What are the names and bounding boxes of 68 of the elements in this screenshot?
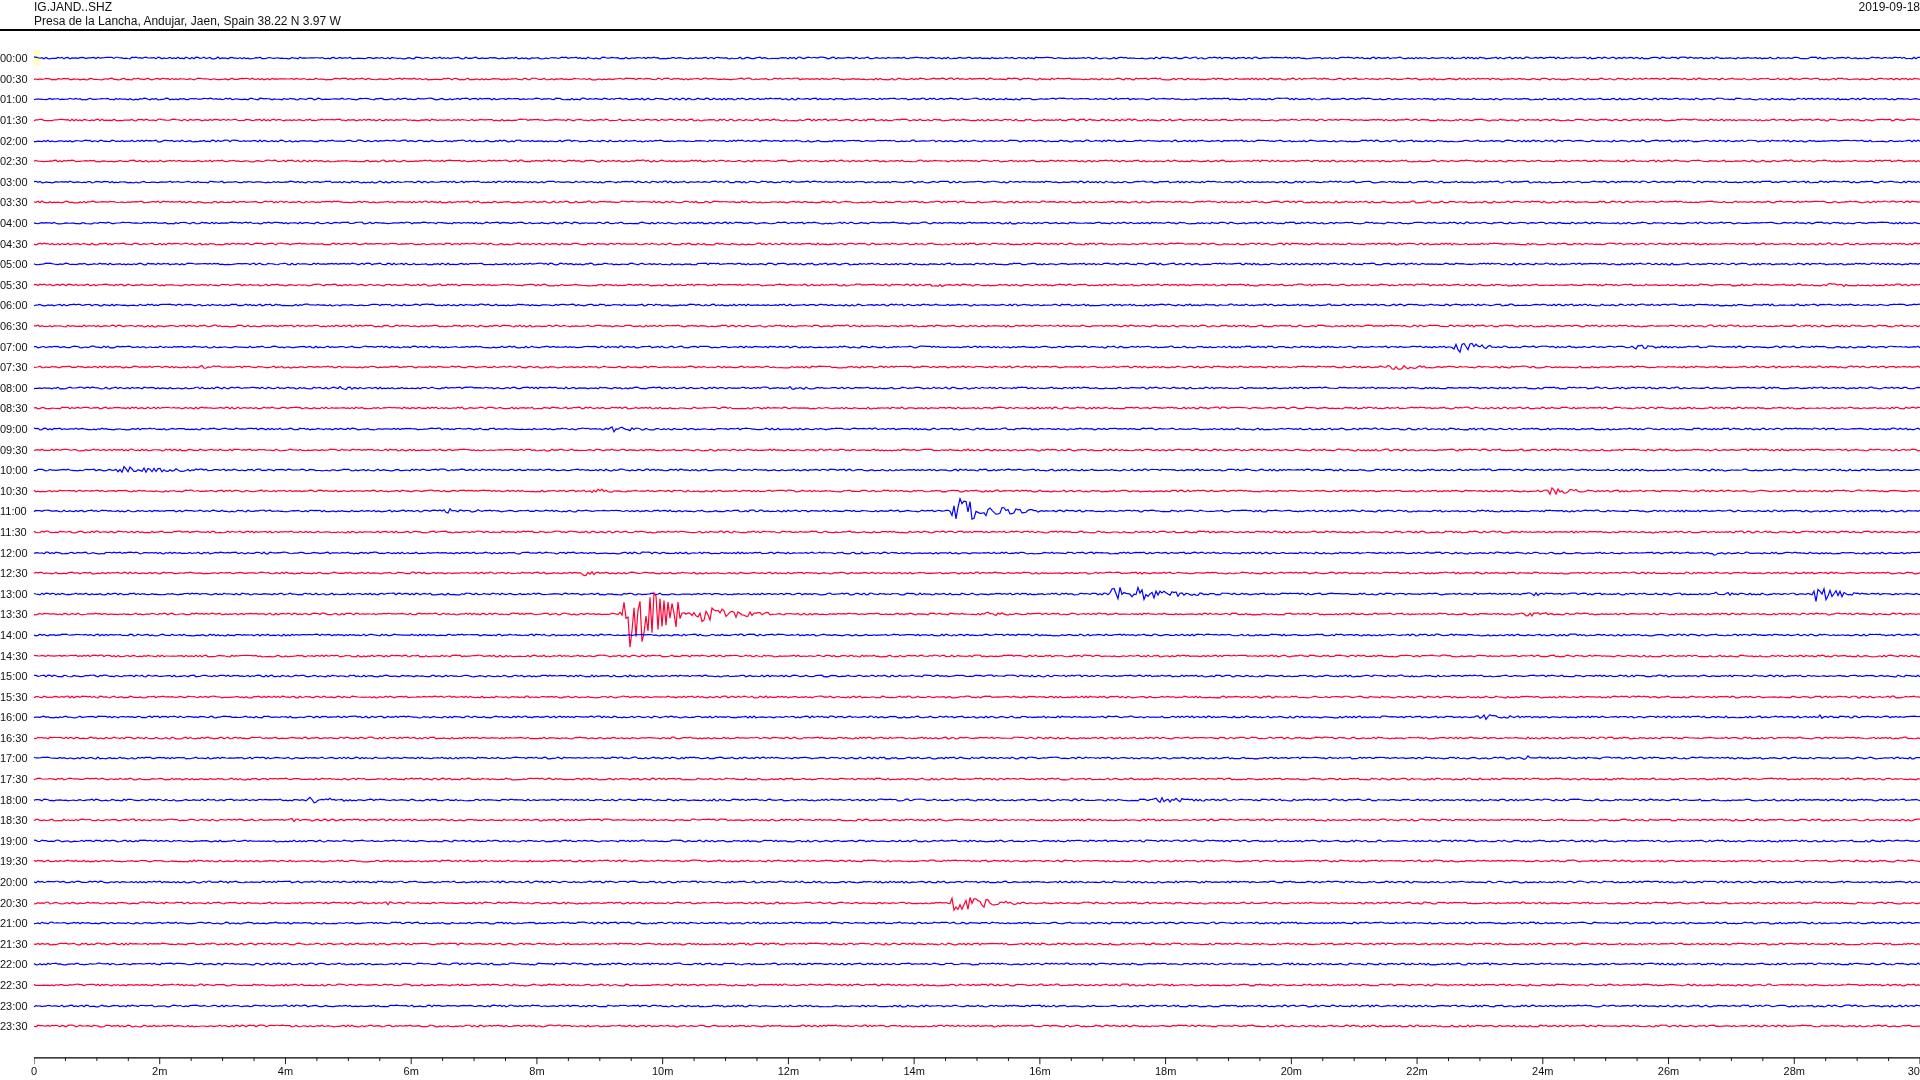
time-label: 04:30 — [0, 237, 29, 250]
time-label: 21:00 — [0, 917, 29, 930]
time-label: 20:00 — [0, 876, 29, 889]
axis-tick-label: 4m — [277, 1064, 294, 1078]
axis-tick-label: 8m — [529, 1064, 545, 1078]
time-label: 10:30 — [0, 484, 29, 497]
axis-tick-label: 20m — [1280, 1064, 1303, 1078]
time-label: 21:30 — [0, 937, 29, 950]
time-label: 19:30 — [0, 855, 29, 868]
axis-tick-label: 16m — [1029, 1064, 1051, 1078]
marker-highlight — [34, 50, 40, 67]
axis-tick-label: 0 — [30, 1064, 38, 1078]
time-label: 20:30 — [0, 896, 29, 909]
time-label: 09:00 — [0, 423, 29, 435]
time-label: 15:00 — [0, 670, 29, 683]
time-label: 17:30 — [0, 773, 29, 786]
axis-tick-label: 30 — [1907, 1064, 1920, 1078]
axis-tick-label: 6m — [403, 1064, 419, 1078]
time-label: 01:00 — [0, 93, 29, 106]
station-code: IG.JAND..SHZ — [34, 0, 113, 14]
time-label: 15:30 — [0, 690, 29, 703]
time-label: 02:30 — [0, 155, 29, 168]
time-label: 14:00 — [0, 628, 29, 641]
time-label: 23:00 — [0, 999, 29, 1012]
time-label: 22:30 — [0, 979, 29, 991]
axis-tick-label: 12m — [777, 1064, 800, 1078]
time-label: 16:30 — [0, 731, 29, 744]
time-label: 02:00 — [0, 134, 29, 147]
time-label: 07:00 — [0, 340, 29, 353]
axis-tick-label: 22m — [1406, 1064, 1428, 1078]
time-label: 18:00 — [0, 793, 29, 806]
time-label: 14:30 — [0, 649, 29, 662]
axis-tick-label: 14m — [903, 1064, 925, 1078]
time-label: 16:00 — [0, 711, 29, 724]
time-label: 22:00 — [0, 958, 29, 971]
time-label: 13:30 — [0, 608, 29, 621]
time-label: 08:30 — [0, 402, 29, 415]
time-label: 05:00 — [0, 258, 29, 271]
time-label: 03:00 — [0, 175, 29, 188]
time-label: 11:30 — [0, 525, 28, 538]
time-label: 04:00 — [0, 217, 29, 230]
time-label: 12:00 — [0, 546, 29, 559]
axis-tick-label: 24m — [1532, 1064, 1554, 1078]
time-label: 00:00 — [0, 52, 29, 65]
time-label: 07:30 — [0, 361, 29, 374]
time-label: 06:00 — [0, 299, 29, 312]
axis-tick-label: 10m — [651, 1064, 674, 1078]
axis-tick-label: 18m — [1154, 1064, 1177, 1078]
time-label: 23:30 — [0, 1020, 29, 1033]
time-label: 06:30 — [0, 320, 29, 332]
time-label: 10:00 — [0, 464, 29, 477]
time-label: 19:00 — [0, 834, 29, 847]
date-label: 2019-09-18 — [1858, 0, 1920, 14]
time-label: 08:00 — [0, 381, 29, 394]
station-location: Presa de la Lancha, Andujar, Jaen, Spain 38.22 N 3.97 W — [34, 14, 341, 28]
time-label: 11:00 — [0, 505, 28, 518]
axis-tick-label: 2m — [152, 1064, 168, 1078]
time-label: 03:30 — [0, 196, 29, 209]
time-label: 00:30 — [0, 72, 29, 85]
axis-tick-label: 28m — [1783, 1064, 1805, 1078]
time-label: 09:30 — [0, 443, 29, 456]
time-label: 05:30 — [0, 278, 29, 291]
time-label: 01:30 — [0, 114, 29, 127]
time-label: 17:00 — [0, 752, 29, 765]
time-label: 13:00 — [0, 587, 29, 600]
time-label: 18:30 — [0, 814, 29, 827]
axis-tick-label: 26m — [1657, 1064, 1680, 1078]
time-label: 12:30 — [0, 567, 29, 580]
